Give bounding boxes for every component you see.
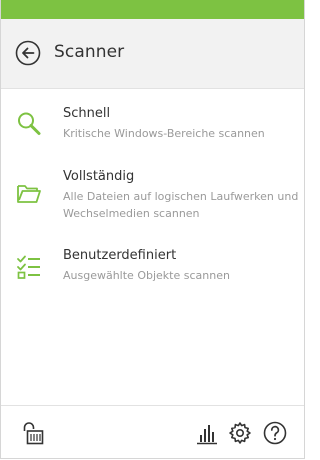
scan-custom-title: Benutzerdefiniert bbox=[63, 248, 177, 263]
folder-icon bbox=[15, 179, 43, 207]
back-button[interactable] bbox=[14, 39, 42, 67]
gear-icon bbox=[229, 422, 251, 444]
scan-full-description: Alle Dateien auf logischen Laufwerken un… bbox=[63, 190, 299, 220]
scan-quick-description: Kritische Windows-Bereiche scannen bbox=[63, 127, 265, 140]
scan-custom-description: Ausgewählte Objekte scannen bbox=[63, 269, 230, 282]
header: Scanner bbox=[1, 19, 304, 89]
checklist-icon bbox=[15, 253, 43, 281]
unlock-icon bbox=[23, 422, 44, 445]
scan-full-title: Vollständig bbox=[63, 169, 135, 184]
scan-quick-title: Schnell bbox=[63, 106, 111, 121]
scan-full-item[interactable]: Vollständig Alle Dateien auf logischen L… bbox=[1, 169, 304, 229]
help-icon bbox=[263, 421, 287, 445]
scan-quick-item[interactable]: Schnell Kritische Windows-Bereiche scann… bbox=[1, 106, 304, 146]
footer-toolbar bbox=[1, 405, 304, 460]
reports-button[interactable] bbox=[194, 420, 220, 446]
settings-button[interactable] bbox=[227, 420, 253, 446]
magnifier-icon bbox=[15, 110, 43, 138]
page-title: Scanner bbox=[54, 42, 125, 62]
scan-custom-item[interactable]: Benutzerdefiniert Ausgewählte Objekte sc… bbox=[1, 248, 304, 288]
scanner-panel: Scanner Schnell Kritische Windows-Bereic… bbox=[0, 0, 305, 459]
bar-chart-icon bbox=[197, 425, 217, 445]
help-button[interactable] bbox=[262, 420, 288, 446]
arrow-left-circle-icon bbox=[15, 40, 41, 66]
unlock-button[interactable] bbox=[20, 420, 46, 446]
accent-bar bbox=[1, 0, 304, 19]
